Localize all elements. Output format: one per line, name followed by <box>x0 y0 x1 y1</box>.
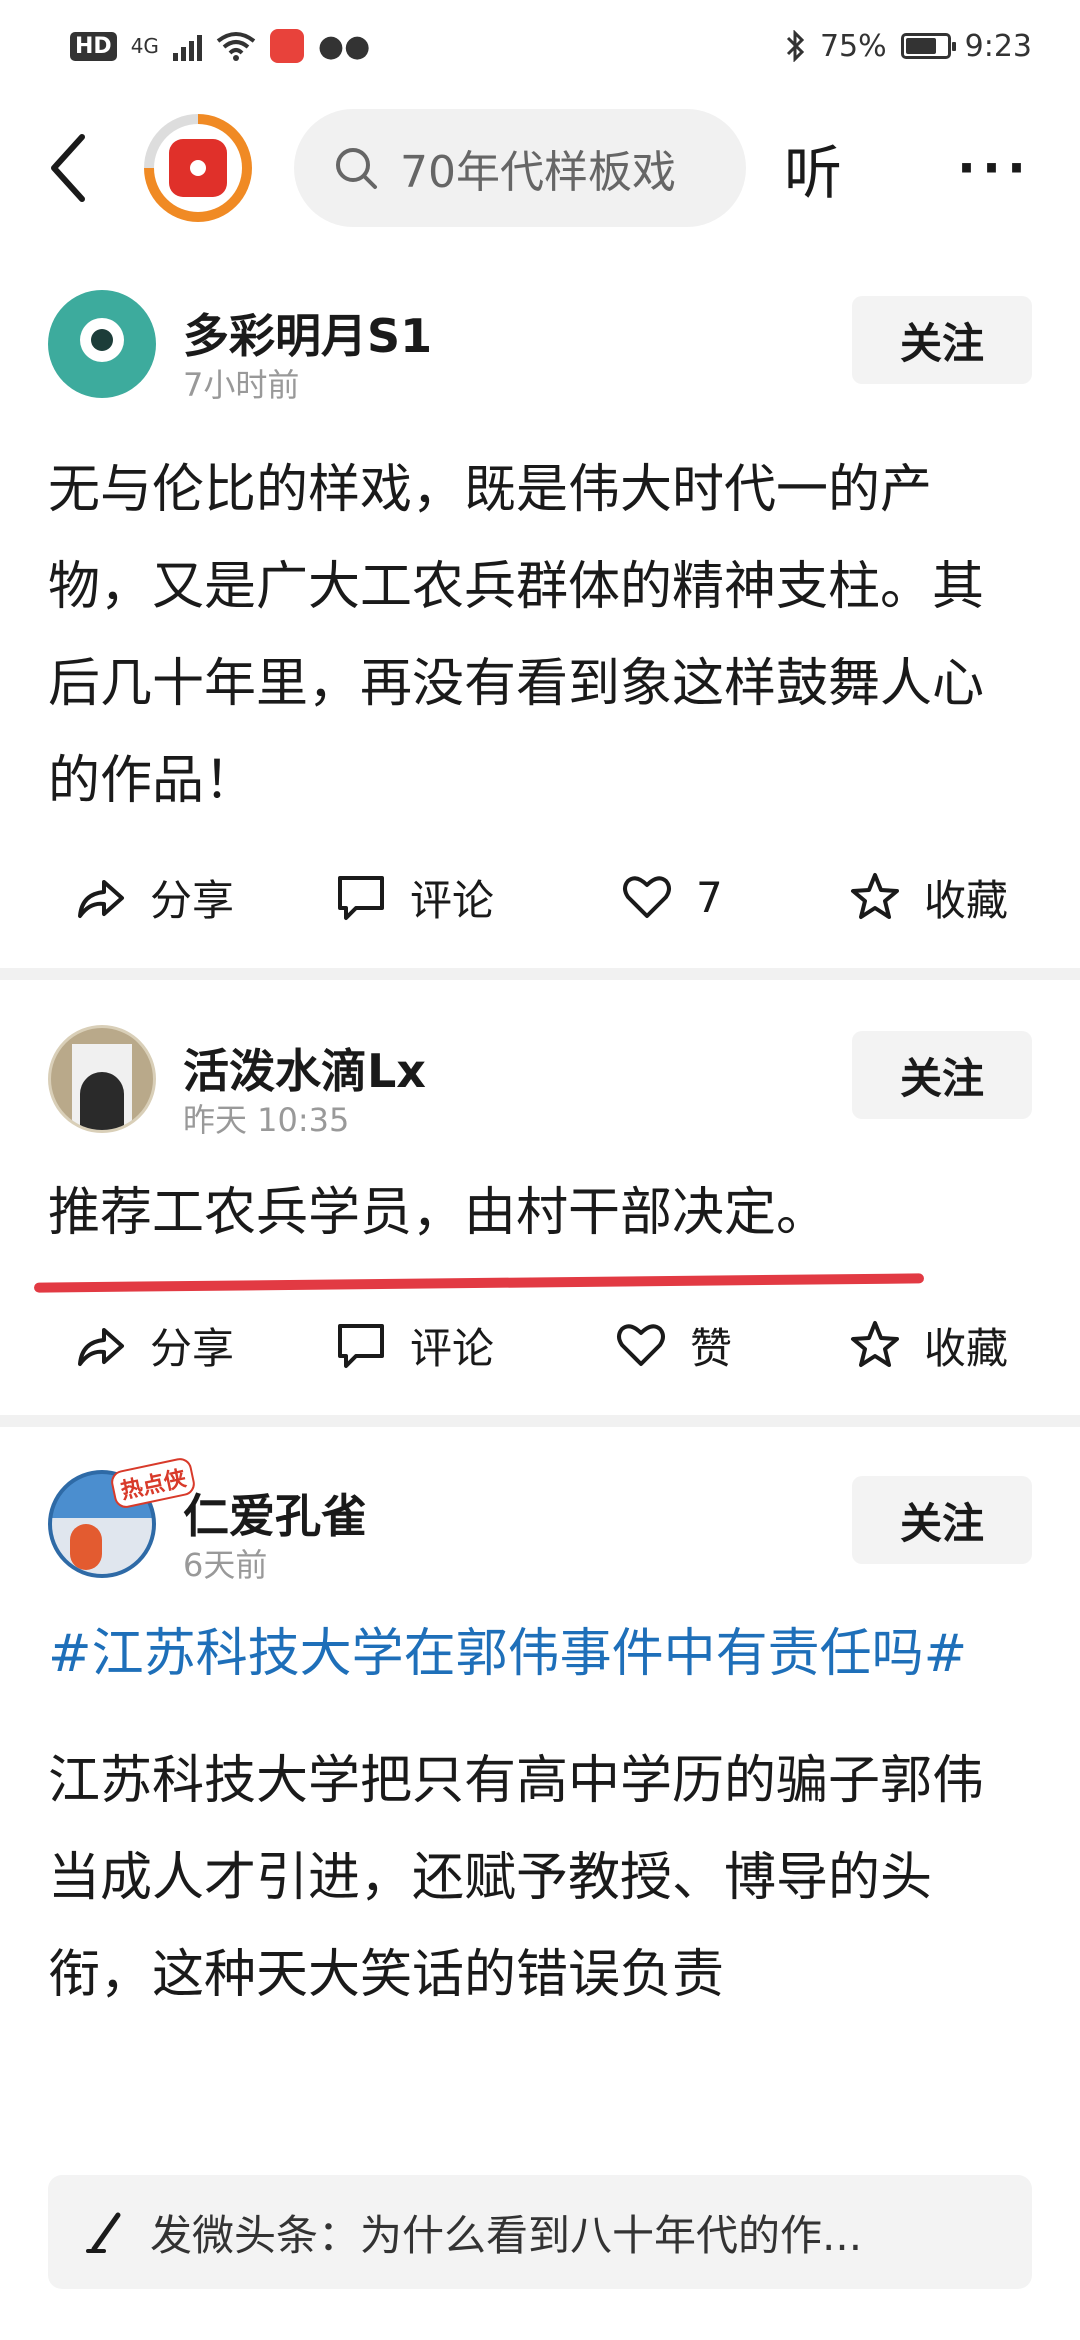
share-label: 分享 <box>150 875 235 925</box>
user-name[interactable]: 活泼水滴Lx <box>183 1035 426 1101</box>
topic-avatar[interactable] <box>144 114 252 222</box>
share-button[interactable]: 分享 <box>74 867 234 928</box>
pen-icon <box>86 2212 121 2253</box>
post-header: 多彩明月S1 7小时前 关注 <box>48 290 1032 410</box>
comment-icon <box>338 876 384 920</box>
status-left: HD 4G ●● <box>70 29 370 64</box>
comment-button[interactable]: 评论 <box>334 867 494 928</box>
back-button[interactable] <box>48 128 108 208</box>
post-header: 活泼水滴Lx 昨天 10:35 关注 <box>48 1025 1032 1145</box>
follow-button[interactable]: 关注 <box>852 1476 1032 1564</box>
like-button[interactable]: 赞 <box>614 1315 732 1376</box>
compose-bar-text: 发微头条：为什么看到八十年代的作... <box>150 2210 863 2260</box>
battery-percent: 75% <box>819 28 887 64</box>
bluetooth-icon <box>786 30 805 62</box>
user-name[interactable]: 多彩明月S1 <box>183 300 432 366</box>
post-actions: 分享 评论 7 收藏 <box>0 857 1080 937</box>
wifi-icon <box>216 32 256 61</box>
share-label: 分享 <box>150 1323 235 1373</box>
favorite-label: 收藏 <box>924 875 1009 925</box>
comment-label: 评论 <box>410 875 495 925</box>
share-button[interactable]: 分享 <box>74 1315 234 1376</box>
divider <box>0 1415 1080 1427</box>
top-nav: 70年代样板戏 听 ··· <box>0 92 1080 244</box>
listen-button[interactable]: 听 <box>784 126 842 210</box>
user-name[interactable]: 仁爱孔雀 <box>183 1480 367 1546</box>
topic-hashtag[interactable]: #江苏科技大学在郭伟事件中有责任吗# <box>48 1606 1032 1703</box>
heart-icon <box>617 1324 665 1366</box>
post-card: 热点侠 仁爱孔雀 6天前 关注 #江苏科技大学在郭伟事件中有责任吗# 江苏科技大… <box>0 1455 1080 2024</box>
heart-icon <box>623 876 671 918</box>
favorite-button[interactable]: 收藏 <box>848 1315 1008 1376</box>
share-icon <box>78 1328 124 1366</box>
like-count: 7 <box>696 872 723 922</box>
like-button[interactable]: 7 <box>620 870 723 924</box>
avatar[interactable] <box>48 1025 156 1133</box>
post-actions: 分享 评论 赞 收藏 <box>0 1305 1080 1385</box>
follow-button[interactable]: 关注 <box>852 296 1032 384</box>
post-card: 多彩明月S1 7小时前 关注 无与伦比的样戏，既是伟大时代一的产物，又是广大工农… <box>0 290 1080 830</box>
app-notification-icon <box>269 29 304 63</box>
share-icon <box>78 880 124 918</box>
follow-button[interactable]: 关注 <box>852 1031 1032 1119</box>
post-text[interactable]: 江苏科技大学把只有高中学历的骗子郭伟当成人才引进，还赋予教授、博导的头衔，这种天… <box>48 1733 1032 2024</box>
post-time: 6天前 <box>183 1546 268 1584</box>
star-icon <box>851 873 899 919</box>
post-time: 7小时前 <box>183 366 300 404</box>
comment-label: 评论 <box>410 1323 495 1373</box>
battery-icon <box>900 33 956 59</box>
post-text[interactable]: 推荐工农兵学员，由村干部决定。 <box>48 1165 1032 1262</box>
hd-indicator: HD <box>70 31 117 61</box>
monster-avatar-icon <box>80 318 124 362</box>
post-text[interactable]: 无与伦比的样戏，既是伟大时代一的产物，又是广大工农兵群体的精神支柱。其后几十年里… <box>48 442 1032 830</box>
divider <box>0 968 1080 980</box>
more-button[interactable]: ··· <box>957 139 1032 197</box>
back-arrow-icon <box>51 134 85 202</box>
red-underline-annotation <box>33 1273 925 1293</box>
status-bar: HD 4G ●● 75% 9:23 <box>0 0 1080 92</box>
like-label: 赞 <box>690 1323 733 1373</box>
search-icon <box>336 148 377 189</box>
post-time: 昨天 10:35 <box>183 1101 350 1139</box>
avatar[interactable] <box>48 290 156 398</box>
comment-icon <box>338 1324 384 1368</box>
battery-fill <box>905 38 936 54</box>
signal-icon <box>172 31 202 61</box>
search-query: 70年代样板戏 <box>400 147 676 198</box>
wechat-icon: ●● <box>317 28 371 64</box>
favorite-button[interactable]: 收藏 <box>848 867 1008 928</box>
star-icon <box>851 1321 899 1367</box>
comment-button[interactable]: 评论 <box>334 1315 494 1376</box>
compose-bar[interactable]: 发微头条：为什么看到八十年代的作... <box>48 2175 1032 2289</box>
clock: 9:23 <box>964 28 1032 64</box>
topic-logo-icon <box>169 139 227 197</box>
post-header: 热点侠 仁爱孔雀 6天前 关注 <box>48 1455 1032 1590</box>
network-type: 4G <box>130 34 159 58</box>
status-right: 75% 9:23 <box>784 29 1032 64</box>
search-box[interactable]: 70年代样板戏 <box>294 109 746 227</box>
portrait-photo <box>72 1044 132 1130</box>
post-card: 活泼水滴Lx 昨天 10:35 关注 推荐工农兵学员，由村干部决定。 <box>0 1025 1080 1262</box>
favorite-label: 收藏 <box>924 1323 1009 1373</box>
